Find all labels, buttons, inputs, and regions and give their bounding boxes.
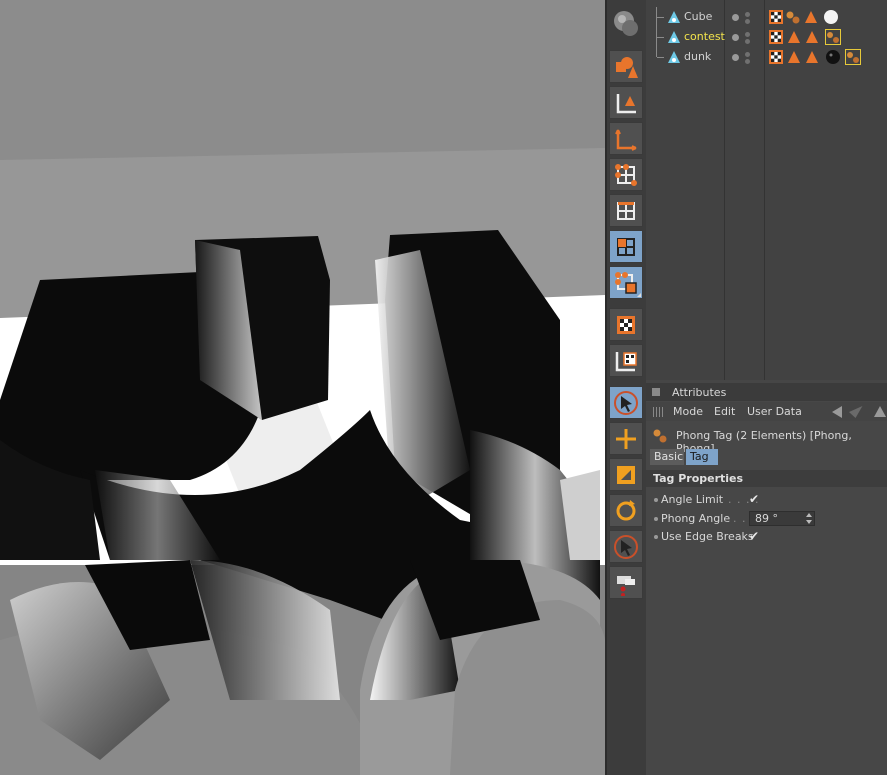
3d-viewport[interactable] — [0, 0, 605, 775]
animation-mode-icon[interactable] — [609, 158, 643, 191]
model-mode-icon[interactable] — [609, 50, 643, 83]
menu-edit[interactable]: Edit — [714, 405, 735, 418]
property-use-edge-breaks: Use Edge Breaks ✔ — [646, 528, 887, 546]
live-selection-icon[interactable] — [609, 386, 643, 419]
panel-menu-icon[interactable] — [652, 388, 660, 396]
phong-tag-icon[interactable] — [785, 9, 801, 25]
history-icon[interactable] — [845, 406, 863, 418]
menu-mode[interactable]: Mode — [673, 405, 703, 418]
uvw-tag-icon[interactable] — [768, 9, 784, 25]
scale-icon[interactable] — [609, 458, 643, 491]
object-name[interactable]: Cube — [684, 10, 712, 23]
object-row-cube[interactable]: Cube — [646, 7, 887, 27]
texture-mode-icon[interactable] — [609, 194, 643, 227]
object-type-icon — [668, 51, 681, 67]
up-arrow-icon[interactable] — [874, 406, 886, 417]
render-visibility-dot[interactable] — [745, 32, 750, 37]
phong-tag-selected-icon[interactable] — [845, 49, 861, 65]
use-edge-breaks-checkbox[interactable]: ✔ — [749, 529, 759, 543]
edges-mode-icon[interactable] — [609, 266, 643, 299]
object-type-icon — [668, 31, 681, 47]
attributes-title: Attributes — [672, 386, 727, 399]
render-visibility-dot-2[interactable] — [745, 39, 750, 44]
object-row-contest[interactable]: contest — [646, 27, 887, 47]
property-phong-angle: Phong Angle . . . 89 ° — [646, 510, 887, 528]
triangle-tag-icon[interactable] — [803, 9, 819, 25]
back-arrow-icon[interactable] — [832, 406, 842, 418]
material-tag-icon[interactable] — [825, 49, 841, 65]
animation-bullet[interactable] — [654, 535, 658, 539]
tree-line — [656, 27, 665, 47]
attributes-menubar: Mode Edit User Data — [646, 402, 887, 421]
uvw-tag-icon[interactable] — [768, 49, 784, 65]
attributes-object-line: Phong Tag (2 Elements) [Phong, Phong] — [646, 424, 887, 455]
phong-tag-icon — [652, 428, 668, 447]
tab-basic[interactable]: Basic — [650, 449, 684, 465]
spinner-icon[interactable] — [806, 513, 812, 524]
triangle-tag-icon-2[interactable] — [804, 49, 820, 65]
editor-visibility-dot[interactable] — [732, 34, 739, 41]
property-angle-limit: Angle Limit . . . . . ✔ — [646, 491, 887, 509]
polygon-mode-icon[interactable] — [609, 308, 643, 341]
rotate-icon[interactable] — [609, 494, 643, 527]
object-axis-icon[interactable] — [609, 86, 643, 119]
points-mode-icon[interactable] — [609, 230, 643, 263]
property-label: Use Edge Breaks — [661, 530, 754, 543]
menu-user-data[interactable]: User Data — [747, 405, 802, 418]
label-leader-dots: . . . — [724, 512, 747, 525]
property-label: Phong Angle — [661, 512, 731, 525]
section-title: Tag Properties — [653, 472, 744, 485]
object-row-dunk[interactable]: dunk — [646, 47, 887, 67]
attributes-titlebar[interactable]: Attributes — [646, 383, 887, 401]
phong-tag-selected-icon[interactable] — [825, 29, 841, 45]
selection-icon[interactable] — [609, 530, 643, 563]
property-label: Angle Limit — [661, 493, 724, 506]
workplane-icon[interactable] — [609, 344, 643, 377]
uvw-tag-icon[interactable] — [768, 29, 784, 45]
render-visibility-dot[interactable] — [745, 12, 750, 17]
object-type-icon — [668, 11, 681, 27]
render-visibility-dot-2[interactable] — [745, 59, 750, 64]
move-icon[interactable] — [609, 422, 643, 455]
object-name[interactable]: contest — [684, 30, 725, 43]
viewport-render — [0, 0, 605, 775]
material-tag-icon[interactable] — [822, 9, 838, 25]
object-name[interactable]: dunk — [684, 50, 711, 63]
angle-limit-checkbox[interactable]: ✔ — [749, 492, 759, 506]
render-view-icon[interactable] — [609, 6, 643, 39]
editor-visibility-dot[interactable] — [732, 14, 739, 21]
tree-line — [656, 47, 665, 58]
render-visibility-dot-2[interactable] — [745, 19, 750, 24]
attributes-manager: Attributes Mode Edit User Data Phong Tag… — [646, 383, 887, 775]
animation-bullet[interactable] — [654, 517, 658, 521]
tab-tag[interactable]: Tag — [686, 449, 718, 465]
object-manager: Cube contest dunk — [646, 0, 887, 380]
tree-line — [656, 7, 665, 27]
phong-angle-value: 89 ° — [755, 512, 778, 525]
triangle-tag-icon[interactable] — [786, 49, 802, 65]
animation-bullet[interactable] — [654, 498, 658, 502]
phong-angle-input[interactable]: 89 ° — [749, 511, 815, 526]
camera-tool-icon[interactable] — [609, 566, 643, 599]
render-visibility-dot[interactable] — [745, 52, 750, 57]
grip-icon[interactable] — [653, 407, 663, 417]
triangle-tag-icon-2[interactable] — [804, 29, 820, 45]
tool-palette — [607, 0, 646, 775]
tag-properties-header: Tag Properties — [646, 470, 887, 487]
triangle-tag-icon[interactable] — [786, 29, 802, 45]
object-mode-icon[interactable] — [609, 122, 643, 155]
editor-visibility-dot[interactable] — [732, 54, 739, 61]
